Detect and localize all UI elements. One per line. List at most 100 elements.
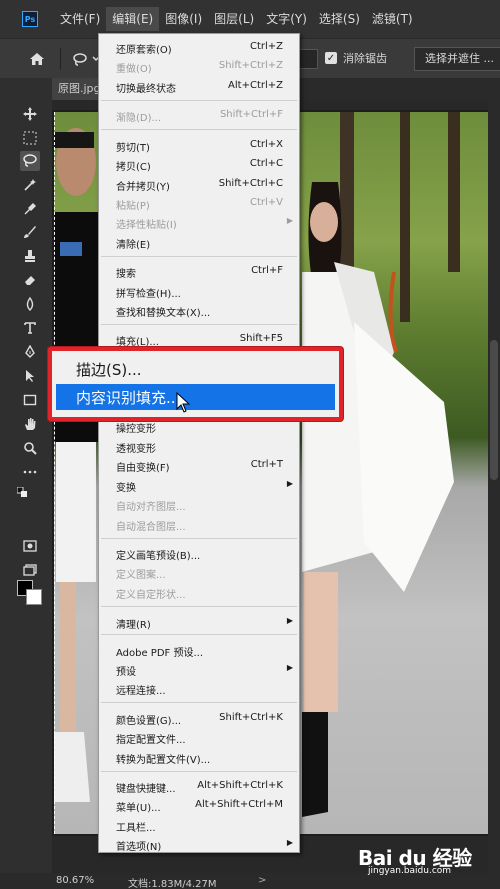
document-size: 文档:1.83M/4.27M <box>128 879 217 889</box>
path-selection-tool-icon[interactable] <box>20 366 40 386</box>
menu-item-shortcut: Shift+Ctrl+Z <box>218 60 283 71</box>
menu-layer[interactable]: 图层(L) <box>208 7 260 31</box>
menu-item-stroke[interactable]: 描边(S)... <box>56 356 335 382</box>
menu-item-label: 定义自定形状... <box>116 590 186 601</box>
menu-item-search[interactable]: 搜索 Ctrl+F <box>99 262 299 281</box>
document-tab[interactable]: 原图.jpg <box>52 78 98 100</box>
home-icon[interactable] <box>28 50 46 68</box>
menu-item-menus[interactable]: 菜单(U)... Alt+Shift+Ctrl+M <box>99 796 299 815</box>
menu-item-adobe-pdf-presets[interactable]: Adobe PDF 预设... <box>99 641 299 660</box>
stamp-tool-icon[interactable] <box>20 246 40 266</box>
submenu-arrow-icon: ▶ <box>286 663 293 672</box>
watermark-url: jingyan.baidu.com <box>368 866 452 876</box>
menu-item-presets[interactable]: 预设 ▶ <box>99 660 299 679</box>
antialias-option[interactable]: ✓ 消除锯齿 <box>325 50 387 66</box>
quick-mask-icon[interactable] <box>20 536 40 556</box>
highlight-callout: 描边(S)... 内容识别填充... <box>48 347 343 421</box>
menu-item-check-spelling[interactable]: 拼写检查(H)... <box>99 282 299 301</box>
menu-item-perspective-warp[interactable]: 透视变形 <box>99 437 299 456</box>
status-more-arrow[interactable]: > <box>258 875 266 886</box>
blur-tool-icon[interactable] <box>20 294 40 314</box>
menu-item-label: 清理(R) <box>116 620 151 631</box>
move-tool-icon[interactable] <box>20 104 40 124</box>
background-color-swatch[interactable] <box>26 589 42 605</box>
menu-separator <box>101 606 297 607</box>
menu-item-color-settings[interactable]: 颜色设置(G)... Shift+Ctrl+K <box>99 709 299 728</box>
screen-mode-icon[interactable] <box>20 560 40 580</box>
menu-item-label: 搜索 <box>116 269 136 280</box>
menu-type[interactable]: 文字(Y) <box>260 7 313 31</box>
photoshop-logo: Ps <box>22 11 38 27</box>
menu-item-define-pattern: 定义图案... <box>99 563 299 582</box>
pen-tool-icon[interactable] <box>20 342 40 362</box>
menu-item-shortcut: Alt+Ctrl+Z <box>228 80 283 91</box>
menu-item-copy-merged[interactable]: 合并拷贝(Y) Shift+Ctrl+C <box>99 175 299 194</box>
menu-item-label: 远程连接... <box>116 686 166 697</box>
menu-item-keyboard-shortcuts[interactable]: 键盘快捷键... Alt+Shift+Ctrl+K <box>99 777 299 796</box>
menu-item-undo[interactable]: 还原套索(O) Ctrl+Z <box>99 38 299 57</box>
menu-item-shortcut: Ctrl+T <box>250 459 283 470</box>
eraser-tool-icon[interactable] <box>20 270 40 290</box>
menu-item-purge[interactable]: 清理(R) ▶ <box>99 613 299 632</box>
menu-item-convert-to-profile[interactable]: 转换为配置文件(V)... <box>99 748 299 767</box>
zoom-level[interactable]: 80.67% <box>56 875 94 886</box>
lasso-tool-icon[interactable] <box>20 151 40 171</box>
menu-item-define-custom-shape: 定义自定形状... <box>99 583 299 602</box>
menu-item-transform[interactable]: 变换 ▶ <box>99 476 299 495</box>
more-tools-icon[interactable] <box>20 462 40 482</box>
menu-item-label: 渐隐(D)... <box>116 113 162 124</box>
magic-wand-tool-icon[interactable] <box>20 175 40 195</box>
menu-item-shortcut: Ctrl+Z <box>249 41 283 52</box>
menu-item-shortcut: Ctrl+F <box>251 265 283 276</box>
menu-separator <box>101 100 297 101</box>
scrollbar-thumb[interactable] <box>490 340 498 480</box>
select-and-mask-button[interactable]: 选择并遮住 ... <box>414 47 500 71</box>
default-colors-icon[interactable] <box>16 486 30 500</box>
type-tool-icon[interactable] <box>20 318 40 338</box>
options-divider <box>60 47 61 70</box>
menu-item-define-brush-preset[interactable]: 定义画笔预设(B)... <box>99 544 299 563</box>
mouse-cursor-icon <box>176 391 192 414</box>
menu-item-toolbar[interactable]: 工具栏... <box>99 816 299 835</box>
menu-separator <box>101 324 297 325</box>
menu-separator <box>101 538 297 539</box>
menu-select[interactable]: 选择(S) <box>313 7 366 31</box>
right-person-figure <box>298 182 454 817</box>
menu-item-cut[interactable]: 剪切(T) Ctrl+X <box>99 136 299 155</box>
menu-item-label: 选择性粘贴(I) <box>116 220 177 231</box>
menu-image[interactable]: 图像(I) <box>159 7 208 31</box>
menu-item-content-aware-fill[interactable]: 内容识别填充... <box>56 384 335 410</box>
edit-menu-dropdown: 还原套索(O) Ctrl+Z 重做(O) Shift+Ctrl+Z 切换最终状态 Alt+… <box>98 33 300 853</box>
menu-item-label: 定义画笔预设(B)... <box>116 551 201 562</box>
brush-tool-icon[interactable] <box>20 222 40 242</box>
menu-item-preferences[interactable]: 首选项(N) ▶ <box>99 835 299 854</box>
menu-file[interactable]: 文件(F) <box>54 7 106 31</box>
menu-item-remote-connections[interactable]: 远程连接... <box>99 679 299 698</box>
menu-item-find-replace-text[interactable]: 查找和替换文本(X)... <box>99 301 299 320</box>
menu-item-fade: 渐隐(D)... Shift+Ctrl+F <box>99 106 299 125</box>
menu-item-shortcut: Ctrl+V <box>249 197 283 208</box>
menu-item-shortcut: Shift+Ctrl+C <box>218 178 283 189</box>
marquee-tool-icon[interactable] <box>20 128 40 148</box>
menu-item-free-transform[interactable]: 自由变换(F) Ctrl+T <box>99 456 299 475</box>
hand-tool-icon[interactable] <box>20 414 40 434</box>
menu-item-label: 切换最终状态 <box>116 84 176 95</box>
menu-item-label: 剪切(T) <box>116 143 150 154</box>
menu-filter[interactable]: 滤镜(T) <box>366 7 419 31</box>
zoom-tool-icon[interactable] <box>20 438 40 458</box>
eyedropper-tool-icon[interactable] <box>20 199 40 219</box>
vertical-scrollbar[interactable] <box>488 100 500 873</box>
menu-item-label: 操控变形 <box>116 424 156 435</box>
submenu-arrow-icon: ▶ <box>286 838 293 847</box>
antialias-checkbox[interactable]: ✓ <box>325 52 337 64</box>
menu-item-clear[interactable]: 清除(E) <box>99 233 299 252</box>
menu-item-assign-profile[interactable]: 指定配置文件... <box>99 728 299 747</box>
menu-edit[interactable]: 编辑(E) <box>106 7 160 31</box>
menu-item-shortcut: Alt+Shift+Ctrl+K <box>197 780 283 791</box>
menu-item-paste: 粘贴(P) Ctrl+V <box>99 194 299 213</box>
rectangle-tool-icon[interactable] <box>20 390 40 410</box>
menu-item-copy[interactable]: 拷贝(C) Ctrl+C <box>99 155 299 174</box>
menu-item-toggle-last-state[interactable]: 切换最终状态 Alt+Ctrl+Z <box>99 77 299 96</box>
menu-item-label: 填充(L)... <box>116 337 159 348</box>
menu-item-label: 工具栏... <box>116 823 156 834</box>
